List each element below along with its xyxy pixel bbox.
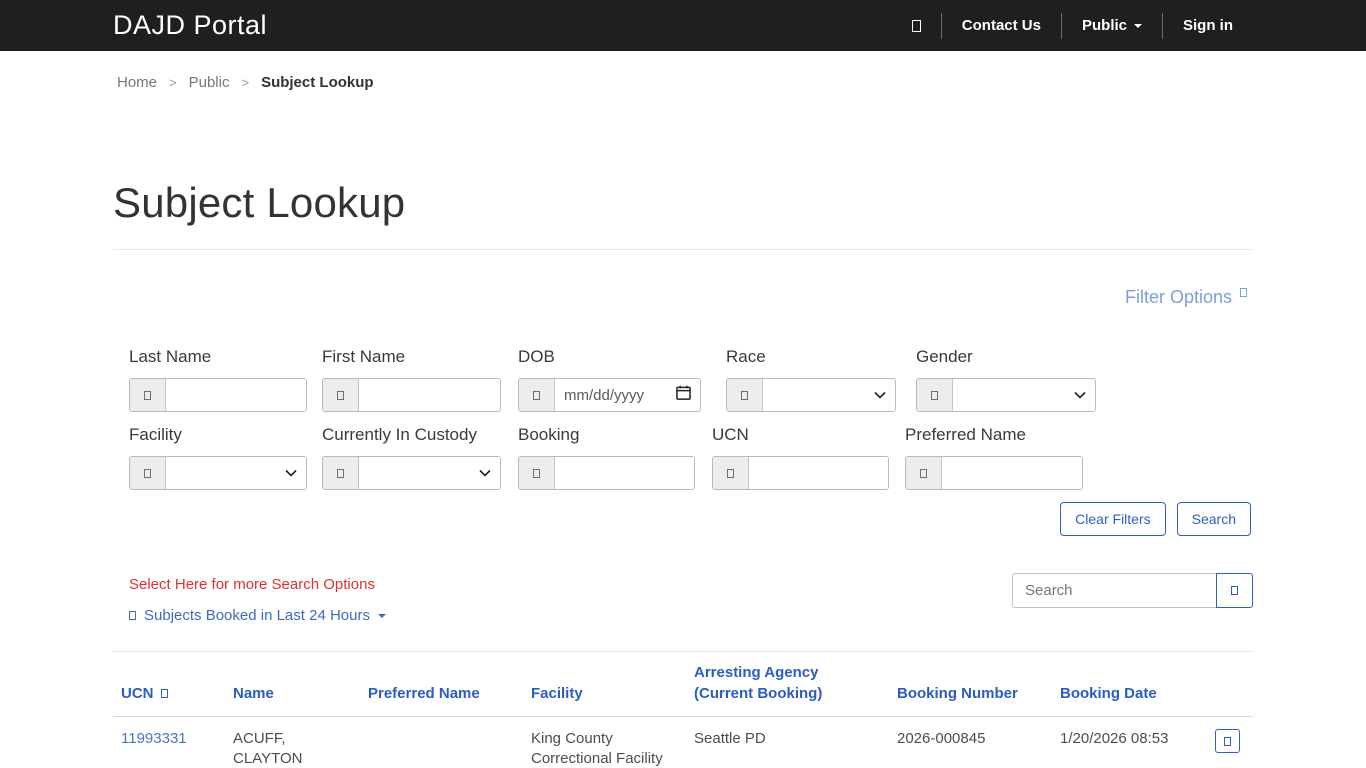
- cell-facility: King County Correctional Facility: [523, 716, 686, 768]
- header-actions: [1207, 651, 1253, 717]
- person-icon: [130, 379, 166, 411]
- page-title: Subject Lookup: [113, 179, 406, 226]
- nav-sign-in[interactable]: Sign in: [1163, 17, 1253, 34]
- facility-label: Facility: [129, 425, 182, 444]
- preferred-name-label: Preferred Name: [905, 425, 1026, 444]
- breadcrumb-separator: >: [169, 75, 177, 90]
- dob-placeholder: mm/dd/yyyy: [564, 386, 645, 404]
- breadcrumb-current: Subject Lookup: [261, 74, 374, 91]
- last-name-input[interactable]: [166, 379, 306, 411]
- header-facility[interactable]: Facility: [523, 651, 686, 717]
- cell-name: ACUFF, CLAYTON CHRISTIAN: [225, 716, 360, 768]
- facility-addon-icon: [130, 457, 166, 489]
- gender-addon-icon: [917, 379, 953, 411]
- header-booking-number[interactable]: Booking Number: [889, 651, 1052, 717]
- first-name-label: First Name: [322, 347, 406, 366]
- first-name-input[interactable]: [359, 379, 500, 411]
- list-search-group: [1012, 573, 1253, 608]
- chevron-down-icon: [285, 469, 297, 477]
- table-header-row: UCN Name Preferred Name Facility Arresti…: [113, 651, 1253, 717]
- header-arresting-agency[interactable]: Arresting Agency (Current Booking): [686, 651, 889, 717]
- nav-contact-us[interactable]: Contact Us: [942, 17, 1061, 34]
- first-name-group: [322, 378, 501, 412]
- race-addon-icon: [727, 379, 763, 411]
- title-divider: [113, 249, 1253, 250]
- custody-label: Currently In Custody: [322, 425, 477, 444]
- booking-label: Booking: [518, 425, 580, 444]
- expand-icon: [1240, 288, 1247, 297]
- sort-icon: [160, 689, 168, 698]
- search-icon: [1231, 586, 1238, 595]
- calendar-addon-icon: [519, 379, 555, 411]
- ucn-group: [712, 456, 889, 490]
- cell-preferred-name: [360, 716, 523, 768]
- nav-public-menu[interactable]: Public: [1062, 17, 1162, 34]
- cell-arresting-agency: Seattle PD: [686, 716, 889, 768]
- gender-group: [916, 378, 1096, 412]
- list-search-input[interactable]: [1012, 573, 1216, 608]
- cell-booking-number: 2026-000845: [889, 716, 1052, 768]
- table-row: 11993331 ACUFF, CLAYTON CHRISTIAN King C…: [113, 716, 1253, 768]
- header-ucn-label: UCN: [121, 685, 154, 702]
- breadcrumb: Home > Public > Subject Lookup: [117, 74, 374, 91]
- dob-group: mm/dd/yyyy: [518, 378, 701, 412]
- chevron-down-icon: [1074, 391, 1086, 399]
- header-booking-date[interactable]: Booking Date: [1052, 651, 1207, 717]
- breadcrumb-separator: >: [241, 75, 250, 90]
- cell-booking-date: 1/20/2026 08:53: [1052, 716, 1207, 768]
- top-navbar: DAJD Portal Contact Us Public Sign in: [0, 0, 1366, 51]
- booking-addon-icon: [519, 457, 555, 489]
- navbar-search-button[interactable]: [892, 19, 941, 32]
- header-ucn[interactable]: UCN: [113, 651, 225, 717]
- header-preferred-name[interactable]: Preferred Name: [360, 651, 523, 717]
- results-table: UCN Name Preferred Name Facility Arresti…: [113, 651, 1253, 768]
- race-group: [726, 378, 896, 412]
- booking-group: [518, 456, 695, 490]
- race-select[interactable]: [763, 379, 895, 411]
- filter-options-toggle[interactable]: Filter Options: [1125, 287, 1247, 308]
- chevron-down-icon: [479, 469, 491, 477]
- details-icon: [1224, 736, 1231, 746]
- facility-group: [129, 456, 307, 490]
- facility-select[interactable]: [166, 457, 306, 489]
- preferred-name-input[interactable]: [942, 457, 1082, 489]
- breadcrumb-public[interactable]: Public: [189, 74, 230, 91]
- list-search-button[interactable]: [1216, 573, 1253, 608]
- booked-last-24-link[interactable]: Subjects Booked in Last 24 Hours: [129, 607, 386, 624]
- dob-label: DOB: [518, 347, 555, 366]
- chevron-down-icon: [377, 613, 386, 618]
- preferred-name-addon-icon: [906, 457, 942, 489]
- custody-group: [322, 456, 501, 490]
- custody-select[interactable]: [359, 457, 500, 489]
- chevron-down-icon: [874, 391, 886, 399]
- brand-title[interactable]: DAJD Portal: [113, 10, 267, 41]
- booked-last-24-label: Subjects Booked in Last 24 Hours: [144, 607, 370, 624]
- custody-addon-icon: [323, 457, 359, 489]
- dob-date-input[interactable]: mm/dd/yyyy: [555, 379, 700, 411]
- nav-public-label: Public: [1081, 17, 1127, 34]
- ucn-link[interactable]: 11993331: [121, 730, 187, 747]
- ucn-label: UCN: [712, 425, 749, 444]
- gender-select[interactable]: [953, 379, 1095, 411]
- breadcrumb-home[interactable]: Home: [117, 74, 157, 91]
- preferred-name-group: [905, 456, 1083, 490]
- gender-label: Gender: [916, 347, 973, 366]
- race-label: Race: [726, 347, 766, 366]
- header-name[interactable]: Name: [225, 651, 360, 717]
- ucn-input[interactable]: [749, 457, 888, 489]
- row-details-button[interactable]: [1215, 729, 1240, 753]
- person-icon: [323, 379, 359, 411]
- chevron-down-icon: [1134, 23, 1142, 28]
- calendar-icon[interactable]: [676, 385, 691, 405]
- booking-input[interactable]: [555, 457, 694, 489]
- filter-options-label: Filter Options: [1124, 287, 1232, 307]
- more-search-options-note[interactable]: Select Here for more Search Options: [129, 576, 375, 593]
- ucn-addon-icon: [713, 457, 749, 489]
- list-icon: [129, 611, 136, 620]
- last-name-label: Last Name: [129, 347, 212, 366]
- search-button[interactable]: Search: [1176, 502, 1251, 536]
- last-name-group: [129, 378, 307, 412]
- search-icon: [911, 19, 921, 32]
- clear-filters-button[interactable]: Clear Filters: [1060, 502, 1166, 536]
